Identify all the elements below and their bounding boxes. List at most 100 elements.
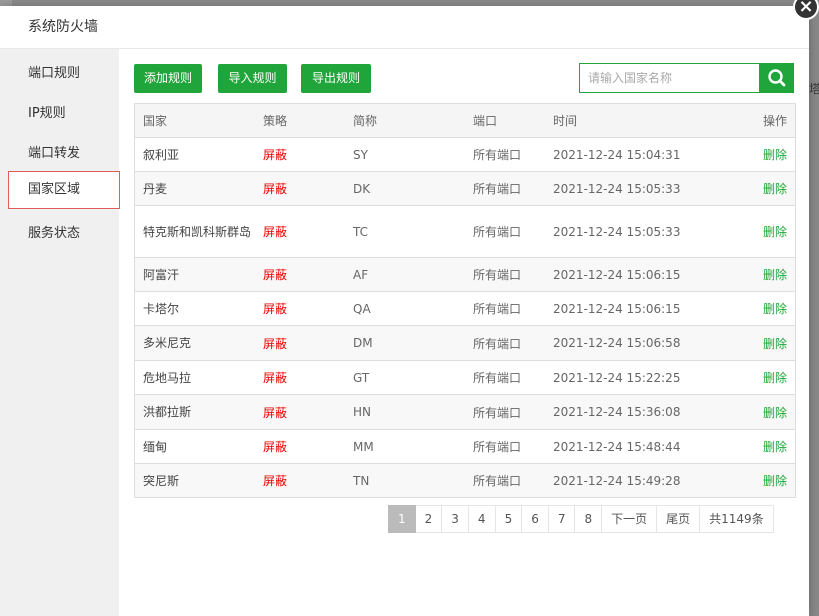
abbr-cell: HN xyxy=(353,405,371,419)
search-box xyxy=(579,63,794,93)
country-cell: 卡塔尔 xyxy=(143,301,180,316)
add-rule-button[interactable]: 添加规则 xyxy=(134,64,202,93)
country-cell: 阿富汗 xyxy=(143,267,180,282)
port-cell: 所有端口 xyxy=(473,440,522,454)
export-rule-button[interactable]: 导出规则 xyxy=(301,64,371,93)
page-button-7[interactable]: 7 xyxy=(548,505,576,533)
abbr-cell: MM xyxy=(353,439,374,454)
delete-button[interactable]: 删除 xyxy=(763,430,787,463)
page-button-3[interactable]: 3 xyxy=(442,505,469,533)
policy-cell: 屏蔽 xyxy=(263,148,288,162)
time-cell: 2021-12-24 15:05:33 xyxy=(553,224,681,239)
header-country: 国家 xyxy=(143,113,168,128)
close-icon: × xyxy=(798,0,814,17)
table-row: 阿富汗 屏蔽 AF 所有端口 2021-12-24 15:06:15 删除 xyxy=(135,258,795,292)
time-cell: 2021-12-24 15:49:28 xyxy=(553,473,681,488)
port-cell: 所有端口 xyxy=(473,148,522,162)
page-button-1[interactable]: 1 xyxy=(388,505,416,533)
table-row: 危地马拉 屏蔽 GT 所有端口 2021-12-24 15:22:25 删除 xyxy=(135,361,795,395)
total-count: 共1149条 xyxy=(700,505,774,533)
pagination: 1 2 3 4 5 6 7 8 下一页 尾页 共1149条 xyxy=(388,505,774,533)
delete-button[interactable]: 删除 xyxy=(763,464,787,497)
page-button-2[interactable]: 2 xyxy=(415,505,443,533)
search-button[interactable] xyxy=(760,63,794,93)
delete-button[interactable]: 删除 xyxy=(763,138,787,171)
abbr-cell: TC xyxy=(353,224,369,239)
sidebar: 端口规则 IP规则 端口转发 国家区域 服务状态 xyxy=(0,49,120,616)
country-cell: 丹麦 xyxy=(143,181,168,196)
close-button[interactable]: × xyxy=(793,0,819,20)
page-button-5[interactable]: 5 xyxy=(495,505,523,533)
search-icon xyxy=(768,69,786,87)
time-cell: 2021-12-24 15:06:15 xyxy=(553,267,681,282)
country-rules-table: 国家 策略 简称 端口 时间 操作 叙利亚 屏蔽 SY 所有端口 2021-12-24 … xyxy=(134,103,796,498)
time-cell: 2021-12-24 15:05:33 xyxy=(553,181,681,196)
sidebar-item-port-forward[interactable]: 端口转发 xyxy=(8,135,120,173)
sidebar-item-service-status[interactable]: 服务状态 xyxy=(8,215,120,253)
table-row: 突尼斯 屏蔽 TN 所有端口 2021-12-24 15:49:28 删除 xyxy=(135,464,795,498)
country-cell: 突尼斯 xyxy=(143,473,180,488)
abbr-cell: DM xyxy=(353,336,373,350)
abbr-cell: TN xyxy=(353,473,370,488)
policy-cell: 屏蔽 xyxy=(263,336,288,351)
country-cell: 叙利亚 xyxy=(143,147,180,162)
import-rule-button[interactable]: 导入规则 xyxy=(218,64,287,93)
table-row: 丹麦 屏蔽 DK 所有端口 2021-12-24 15:05:33 删除 xyxy=(135,172,795,206)
next-page-button[interactable]: 下一页 xyxy=(602,505,658,533)
sidebar-item-country-region[interactable]: 国家区域 xyxy=(8,171,120,209)
policy-cell: 屏蔽 xyxy=(263,268,288,282)
time-cell: 2021-12-24 15:04:31 xyxy=(553,147,681,162)
country-cell: 特克斯和凯科斯群岛 xyxy=(143,224,252,239)
table-row: 缅甸 屏蔽 MM 所有端口 2021-12-24 15:48:44 删除 xyxy=(135,430,795,464)
table-header-row: 国家 策略 简称 端口 时间 操作 xyxy=(135,104,795,138)
header-abbr: 简称 xyxy=(353,114,378,128)
page-button-6[interactable]: 6 xyxy=(522,505,549,533)
sidebar-item-ip-rules[interactable]: IP规则 xyxy=(8,95,120,133)
header-operation: 操作 xyxy=(762,114,787,128)
firewall-dialog: 系统防火墙 端口规则 IP规则 端口转发 国家区域 服务状态 添加规则 导入规则… xyxy=(0,6,809,616)
country-search-input[interactable] xyxy=(579,63,760,93)
sidebar-item-port-rules[interactable]: 端口规则 xyxy=(8,55,120,93)
header-time: 时间 xyxy=(553,114,578,128)
country-cell: 危地马拉 xyxy=(143,370,192,385)
delete-button[interactable]: 删除 xyxy=(763,395,787,429)
delete-button[interactable]: 删除 xyxy=(763,361,787,394)
abbr-cell: GT xyxy=(353,370,370,385)
time-cell: 2021-12-24 15:48:44 xyxy=(553,439,681,454)
policy-cell: 屏蔽 xyxy=(263,182,288,196)
policy-cell: 屏蔽 xyxy=(263,440,288,454)
delete-button[interactable]: 删除 xyxy=(763,292,787,325)
policy-cell: 屏蔽 xyxy=(263,371,288,385)
delete-button[interactable]: 删除 xyxy=(763,206,787,257)
delete-button[interactable]: 删除 xyxy=(763,326,787,360)
policy-cell: 屏蔽 xyxy=(263,405,288,420)
port-cell: 所有端口 xyxy=(473,182,522,196)
table-body: 叙利亚 屏蔽 SY 所有端口 2021-12-24 15:04:31 删除 丹麦 屏蔽 DK 所有… xyxy=(135,138,795,498)
country-cell: 多米尼克 xyxy=(143,336,192,350)
port-cell: 所有端口 xyxy=(473,405,522,420)
port-cell: 所有端口 xyxy=(473,268,522,282)
time-cell: 2021-12-24 15:06:15 xyxy=(553,301,681,316)
page-button-8[interactable]: 8 xyxy=(575,505,603,533)
page-button-4[interactable]: 4 xyxy=(468,505,496,533)
country-cell: 缅甸 xyxy=(143,439,168,454)
last-page-button[interactable]: 尾页 xyxy=(657,505,701,533)
delete-button[interactable]: 删除 xyxy=(763,172,787,205)
port-cell: 所有端口 xyxy=(473,302,522,316)
table-row: 特克斯和凯科斯群岛 屏蔽 TC 所有端口 2021-12-24 15:05:33 删除 xyxy=(135,206,795,258)
time-cell: 2021-12-24 15:36:08 xyxy=(553,405,681,419)
delete-button[interactable]: 删除 xyxy=(763,258,787,291)
abbr-cell: DK xyxy=(353,181,371,196)
header-policy: 策略 xyxy=(263,114,288,128)
table-row: 多米尼克 屏蔽 DM 所有端口 2021-12-24 15:06:58 删除 xyxy=(135,326,795,361)
country-cell: 洪都拉斯 xyxy=(143,405,192,419)
policy-cell: 屏蔽 xyxy=(263,225,288,239)
dialog-title: 系统防火墙 xyxy=(0,6,809,49)
header-port: 端口 xyxy=(473,114,498,128)
port-cell: 所有端口 xyxy=(473,225,522,239)
port-cell: 所有端口 xyxy=(473,474,522,488)
port-cell: 所有端口 xyxy=(473,371,522,385)
table-row: 洪都拉斯 屏蔽 HN 所有端口 2021-12-24 15:36:08 删除 xyxy=(135,395,795,430)
time-cell: 2021-12-24 15:06:58 xyxy=(553,336,681,350)
policy-cell: 屏蔽 xyxy=(263,474,288,488)
